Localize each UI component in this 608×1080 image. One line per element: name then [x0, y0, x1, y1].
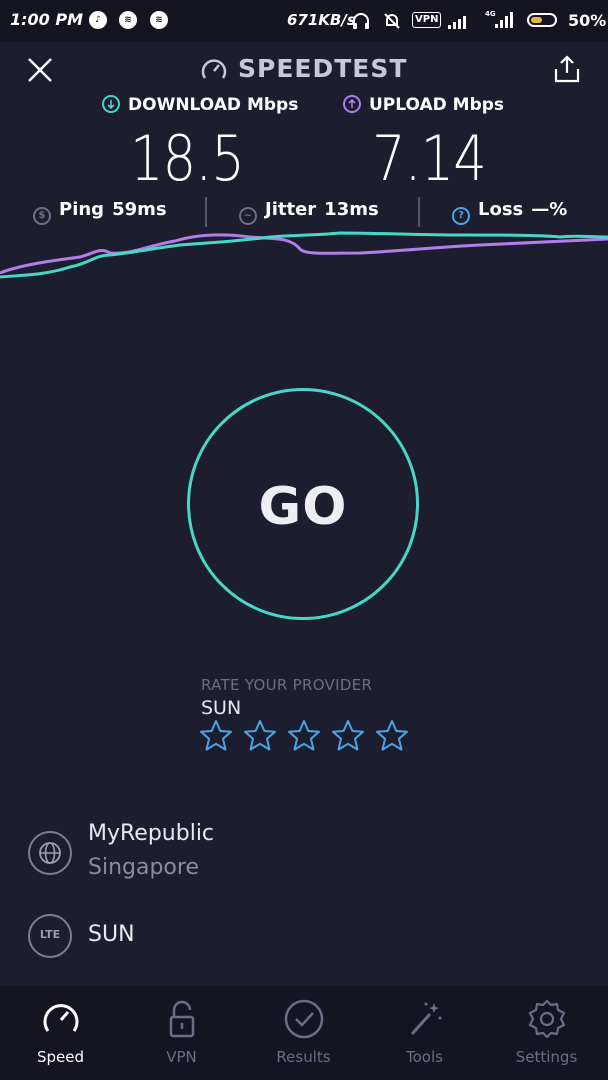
nav-tools[interactable]: Tools: [364, 986, 485, 1080]
star-icon[interactable]: [330, 718, 366, 754]
nav-speed-label: Speed: [36, 1048, 85, 1066]
app-header: SPEEDTEST: [0, 48, 608, 92]
upload-arrow-icon: [343, 95, 361, 113]
svg-text:4G: 4G: [485, 10, 496, 18]
signal-4g-icon: 4G: [485, 10, 513, 28]
status-time: 1:00 PM: [10, 10, 84, 29]
magic-wand-icon: [410, 1002, 442, 1036]
ping-metric: $ Ping 59ms: [33, 199, 167, 225]
nav-results-label: Results: [276, 1048, 331, 1066]
network-speed: 671KB/s: [287, 11, 356, 29]
go-button[interactable]: GO: [187, 388, 419, 620]
speedtest-gauge-icon: [201, 59, 227, 79]
lock-icon: [169, 1000, 195, 1038]
ping-value: 59ms: [112, 199, 167, 220]
metric-divider: [205, 197, 207, 227]
nav-vpn-label: VPN: [166, 1048, 197, 1066]
share-icon[interactable]: [552, 54, 582, 84]
music-icon: ♪: [89, 11, 107, 29]
star-icon[interactable]: [374, 718, 410, 754]
close-icon[interactable]: [26, 56, 54, 84]
rate-provider-title: RATE YOUR PROVIDER: [201, 676, 373, 694]
upload-value: 7.14: [372, 122, 487, 195]
nav-settings-label: Settings: [515, 1048, 578, 1066]
download-value: 18.5: [130, 122, 245, 195]
notification-icon: ≋: [150, 11, 168, 29]
notification-icon: ≋: [119, 11, 137, 29]
metric-divider: [418, 197, 420, 227]
star-rating: [198, 718, 418, 758]
gear-icon: [528, 999, 566, 1039]
bottom-navigation: Speed VPN Results Tools Settings: [0, 986, 608, 1080]
isp-location: Singapore: [88, 855, 199, 880]
battery-icon: [527, 13, 557, 27]
upload-graph-line: [0, 233, 608, 275]
lte-badge: LTE: [39, 928, 61, 941]
loss-label: Loss: [478, 199, 524, 220]
signal-icon: [448, 16, 466, 29]
jitter-value: 13ms: [324, 199, 379, 220]
nav-tools-label: Tools: [406, 1048, 443, 1066]
jitter-icon: ~: [239, 207, 257, 225]
rate-provider-name: SUN: [201, 697, 242, 719]
vpn-indicator: VPN: [412, 12, 442, 28]
star-icon[interactable]: [198, 718, 234, 754]
upload-label: UPLOAD Mbps: [369, 95, 505, 115]
battery-level: [531, 17, 542, 23]
check-circle-icon: [284, 999, 324, 1039]
ping-label: Ping: [59, 199, 105, 220]
go-label: GO: [258, 477, 348, 537]
download-label-group: DOWNLOAD Mbps: [102, 95, 298, 115]
nav-settings[interactable]: Settings: [486, 986, 607, 1080]
download-label: DOWNLOAD Mbps: [128, 95, 299, 115]
nav-vpn[interactable]: VPN: [121, 986, 242, 1080]
battery-percent: 50%: [568, 11, 607, 30]
isp-name: MyRepublic: [88, 821, 215, 846]
jitter-metric: ~ Jitter 13ms: [239, 199, 379, 225]
gauge-icon: [43, 1004, 79, 1032]
status-bar: 1:00 PM ♪ ≋ ≋ 671KB/s VPN 4G 50%: [0, 0, 608, 42]
star-icon[interactable]: [286, 718, 322, 754]
ping-icon: $: [33, 207, 51, 225]
lte-icon: LTE: [28, 914, 72, 958]
app-title: SPEEDTEST: [238, 54, 408, 83]
network-name: SUN: [88, 922, 135, 947]
loss-value: —%: [531, 199, 568, 220]
help-icon[interactable]: ?: [452, 207, 470, 225]
upload-label-group: UPLOAD Mbps: [343, 95, 504, 115]
download-graph-line: [0, 231, 608, 279]
star-icon[interactable]: [242, 718, 278, 754]
globe-icon: [28, 831, 72, 875]
mute-bell-icon: [384, 13, 400, 29]
speed-graph: [0, 231, 608, 279]
nav-results[interactable]: Results: [243, 986, 364, 1080]
jitter-label: Jitter: [265, 199, 317, 220]
loss-metric: ? Loss —%: [452, 199, 567, 225]
download-arrow-icon: [102, 95, 120, 113]
nav-speed[interactable]: Speed: [0, 986, 121, 1080]
headset-icon: [353, 13, 369, 29]
